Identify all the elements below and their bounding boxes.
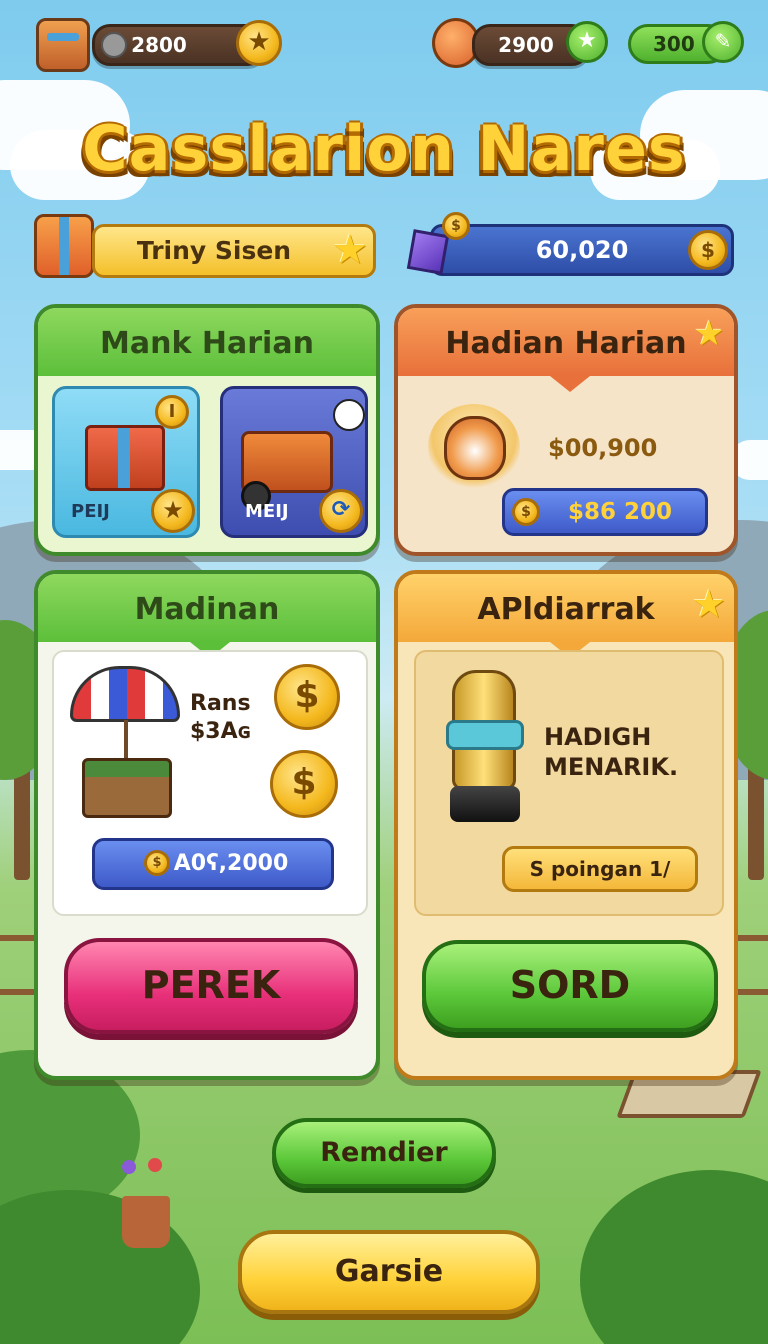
panel-madinan-title: Madinan bbox=[38, 574, 376, 642]
hadian-amount: $00,900 bbox=[548, 434, 658, 462]
madinan-pill-value: A0ʕ,2000 bbox=[173, 851, 289, 876]
hamster-icon bbox=[444, 416, 506, 480]
pencil-icon[interactable]: ✎ bbox=[702, 21, 744, 63]
trophy-ribbon bbox=[446, 720, 524, 750]
gift-box-icon bbox=[85, 425, 165, 491]
game-title: Casslarion Nares bbox=[82, 112, 686, 185]
purple-gem-icon bbox=[406, 229, 450, 275]
star-icon[interactable]: ★ bbox=[236, 20, 282, 66]
panel-hadian-harian: Hadian Harian ★ $00,900 $86 200 $ bbox=[394, 304, 738, 556]
sord-button[interactable]: SORD bbox=[422, 940, 718, 1032]
star-icon: ★ bbox=[332, 227, 368, 273]
madinan-label: Rans $3Aɢ bbox=[190, 690, 251, 746]
tile-meij-label: MEIJ bbox=[245, 501, 289, 522]
apldiarrak-text-line2: MENARIK. bbox=[544, 753, 679, 781]
dollar-coin-icon: $ bbox=[144, 850, 170, 876]
dollar-coin-icon: $ bbox=[270, 750, 338, 818]
clock-icon bbox=[333, 399, 365, 431]
panel-madinan: Madinan Rans $3Aɢ $ $ A0ʕ,2000 $ PEREK bbox=[34, 570, 380, 1080]
panel-apldiarrak-title: APldiarrak bbox=[398, 574, 734, 642]
dollar-coin-icon: $ bbox=[274, 664, 340, 730]
tile-corner-badge: I bbox=[155, 395, 189, 429]
resource-2-value: 2900 bbox=[498, 33, 554, 57]
garsie-button[interactable]: Garsie bbox=[238, 1230, 540, 1314]
madinan-pill[interactable]: A0ʕ,2000 bbox=[92, 838, 334, 890]
apldiarrak-text-line1: HADIGH bbox=[544, 723, 652, 751]
resource-1-value: 2800 bbox=[131, 33, 187, 57]
flower-pot bbox=[122, 1196, 170, 1248]
player-name: Triny Sisen bbox=[136, 236, 292, 265]
tree-trunk bbox=[748, 760, 764, 880]
apldiarrak-text: HADIGH MENARIK. bbox=[544, 722, 678, 782]
flower bbox=[122, 1160, 136, 1174]
panel-mank-title: Mank Harian bbox=[38, 308, 376, 376]
tile-meij[interactable]: MEIJ ⟳ bbox=[220, 386, 368, 538]
madinan-label-line2: $3Aɢ bbox=[190, 719, 252, 744]
hadian-pill-value: $86 200 bbox=[567, 499, 673, 525]
header-notch bbox=[550, 376, 590, 392]
umbrella-pole bbox=[124, 720, 128, 760]
flower bbox=[148, 1158, 162, 1172]
panel-mank-harian: Mank Harian I PEIJ ★ MEIJ ⟳ bbox=[34, 304, 380, 556]
dollar-coin-icon[interactable]: $ bbox=[688, 230, 728, 270]
panel-apldiarrak: APldiarrak ★ HADIGH MENARIK. S poingan 1… bbox=[394, 570, 738, 1080]
star-icon[interactable]: ★ bbox=[566, 21, 608, 63]
stall-table bbox=[82, 758, 172, 818]
game-scene: 2800 ★ 2900 ★ 300 ✎ Casslarion Nares Tri… bbox=[0, 0, 768, 1344]
gift-icon[interactable] bbox=[34, 214, 94, 278]
bush bbox=[580, 1170, 768, 1344]
star-icon: ★ bbox=[692, 582, 727, 626]
trophy-base bbox=[450, 786, 520, 822]
tile-peij-label: PEIJ bbox=[71, 501, 110, 522]
currency-value: 60,020 bbox=[535, 236, 629, 264]
remdier-button[interactable]: Remdier bbox=[272, 1118, 496, 1188]
tile-peij[interactable]: I PEIJ ★ bbox=[52, 386, 200, 538]
bush bbox=[0, 1190, 200, 1344]
dollar-coin-icon: $ bbox=[442, 212, 470, 240]
star-icon: ★ bbox=[694, 314, 725, 354]
star-icon: ★ bbox=[151, 489, 195, 533]
apldiarrak-pill[interactable]: S poingan 1/ bbox=[502, 846, 698, 892]
madinan-label-line1: Rans bbox=[190, 691, 251, 716]
perek-button[interactable]: PEREK bbox=[64, 938, 358, 1034]
resource-3-value: 300 bbox=[653, 32, 695, 56]
backpack-icon[interactable] bbox=[36, 18, 90, 72]
panel-hadian-title: Hadian Harian bbox=[398, 308, 734, 376]
apldiarrak-pill-value: S poingan 1/ bbox=[529, 857, 671, 881]
dollar-coin-icon: $ bbox=[512, 498, 540, 526]
refresh-icon: ⟳ bbox=[319, 489, 363, 533]
